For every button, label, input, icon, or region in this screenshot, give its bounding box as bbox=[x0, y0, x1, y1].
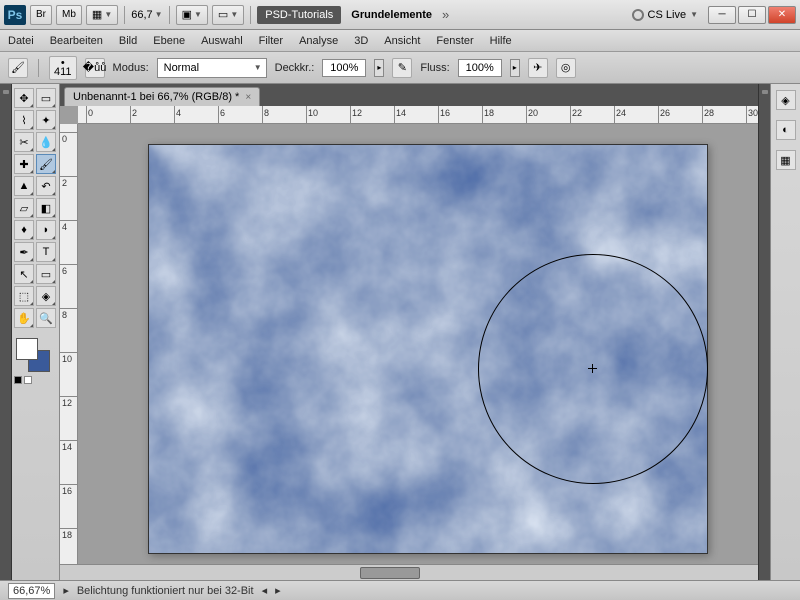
menu-3d[interactable]: 3D bbox=[354, 35, 368, 47]
lasso-tool[interactable]: ⌇ bbox=[14, 110, 34, 130]
scrollbar-thumb[interactable] bbox=[360, 567, 420, 579]
document-tab[interactable]: Unbenannt-1 bei 66,7% (RGB/8) * × bbox=[64, 87, 260, 106]
current-tool-icon[interactable]: 🖌 bbox=[8, 58, 28, 78]
marquee-tool[interactable]: ▭ bbox=[36, 88, 56, 108]
opacity-flyout[interactable]: ▸ bbox=[374, 59, 384, 77]
adjustments-panel-icon[interactable]: ◐ bbox=[776, 120, 796, 140]
opacity-pressure-icon[interactable]: ✎ bbox=[392, 58, 412, 78]
gradient-tool[interactable]: ◧ bbox=[36, 198, 56, 218]
hand-tool[interactable]: ✋ bbox=[14, 308, 34, 328]
layers-panel-icon[interactable]: ◈ bbox=[776, 90, 796, 110]
canvas[interactable] bbox=[148, 144, 708, 554]
view-extras-button[interactable]: ▦▼ bbox=[86, 5, 118, 25]
status-zoom[interactable]: 66,67% bbox=[8, 583, 55, 599]
blur-tool[interactable]: ♦ bbox=[14, 220, 34, 240]
default-colors[interactable] bbox=[14, 376, 57, 384]
cslive-icon bbox=[632, 9, 644, 21]
arrange-docs-button[interactable]: ▣▼ bbox=[176, 5, 208, 25]
app-logo: Ps bbox=[4, 5, 26, 25]
3d-tool[interactable]: ⬚ bbox=[14, 286, 34, 306]
color-swatches[interactable] bbox=[14, 336, 50, 372]
stamp-tool[interactable]: ▲ bbox=[14, 176, 34, 196]
opacity-input[interactable]: 100% bbox=[322, 59, 366, 77]
window-close[interactable]: ✕ bbox=[768, 6, 796, 24]
ruler-horizontal[interactable]: 024681012141618202224262830 bbox=[78, 106, 758, 124]
status-bar: 66,67% ▸ Belichtung funktioniert nur bei… bbox=[0, 580, 800, 600]
title-bar: Ps Br Mb ▦▼ 66,7▼ ▣▼ ▭▼ PSD-Tutorials Gr… bbox=[0, 0, 800, 30]
menu-auswahl[interactable]: Auswahl bbox=[201, 35, 243, 47]
crop-tool[interactable]: ✂ bbox=[14, 132, 34, 152]
airbrush-icon[interactable]: ✈ bbox=[528, 58, 548, 78]
status-flyout-icon[interactable]: ▸ bbox=[63, 584, 69, 597]
pen-tool[interactable]: ✒ bbox=[14, 242, 34, 262]
status-nav-right[interactable]: ▸ bbox=[275, 584, 281, 597]
path-select-tool[interactable]: ↖ bbox=[14, 264, 34, 284]
3d-camera-tool[interactable]: ◈ bbox=[36, 286, 56, 306]
bridge-button[interactable]: Br bbox=[30, 5, 52, 25]
right-panel-dock: ◈ ◐ ▦ bbox=[770, 84, 800, 580]
menu-analyse[interactable]: Analyse bbox=[299, 35, 338, 47]
move-tool[interactable]: ✥ bbox=[14, 88, 34, 108]
status-nav-left[interactable]: ◂ bbox=[262, 584, 268, 597]
menu-hilfe[interactable]: Hilfe bbox=[490, 35, 512, 47]
eyedropper-tool[interactable]: 💧 bbox=[36, 132, 56, 152]
menu-bar: Datei Bearbeiten Bild Ebene Auswahl Filt… bbox=[0, 30, 800, 52]
menu-ebene[interactable]: Ebene bbox=[153, 35, 185, 47]
type-tool[interactable]: T bbox=[36, 242, 56, 262]
minibridge-button[interactable]: Mb bbox=[56, 5, 82, 25]
filmstrip-icon: ▦ bbox=[92, 8, 102, 21]
zoom-level-dropdown[interactable]: 66,7▼ bbox=[131, 9, 162, 21]
scrollbar-horizontal[interactable] bbox=[60, 564, 758, 580]
history-brush-tool[interactable]: ↶ bbox=[36, 176, 56, 196]
foreground-color[interactable] bbox=[16, 338, 38, 360]
status-message: Belichtung funktioniert nur bei 32-Bit bbox=[77, 585, 254, 597]
left-dock-strip[interactable] bbox=[0, 84, 12, 580]
workspace-secondary[interactable]: Grundelemente bbox=[345, 9, 438, 21]
main-area: ✥▭ ⌇✦ ✂💧 ✚🖌 ▲↶ ▱◧ ♦◗ ✒T ↖▭ ⬚◈ ✋🔍 Unbenan… bbox=[0, 84, 800, 580]
menu-bild[interactable]: Bild bbox=[119, 35, 137, 47]
dodge-tool[interactable]: ◗ bbox=[36, 220, 56, 240]
screen-icon: ▭ bbox=[218, 8, 228, 21]
eraser-tool[interactable]: ▱ bbox=[14, 198, 34, 218]
right-dock-strip[interactable] bbox=[758, 84, 770, 580]
blend-mode-select[interactable]: Normal bbox=[157, 58, 267, 78]
tablet-pressure-icon[interactable]: ◎ bbox=[556, 58, 576, 78]
menu-filter[interactable]: Filter bbox=[259, 35, 283, 47]
tab-title: Unbenannt-1 bei 66,7% (RGB/8) * bbox=[73, 91, 239, 103]
flow-label: Fluss: bbox=[420, 62, 449, 74]
canvas-content bbox=[149, 145, 707, 553]
document-area: Unbenannt-1 bei 66,7% (RGB/8) * × 024681… bbox=[60, 84, 758, 580]
grid-icon: ▣ bbox=[182, 8, 192, 21]
brush-preset-picker[interactable]: •411 bbox=[49, 56, 77, 80]
menu-datei[interactable]: Datei bbox=[8, 35, 34, 47]
flow-input[interactable]: 100% bbox=[458, 59, 502, 77]
toolbox: ✥▭ ⌇✦ ✂💧 ✚🖌 ▲↶ ▱◧ ♦◗ ✒T ↖▭ ⬚◈ ✋🔍 bbox=[12, 84, 60, 580]
brush-panel-toggle[interactable]: �ůů bbox=[85, 58, 105, 78]
wand-tool[interactable]: ✦ bbox=[36, 110, 56, 130]
mode-label: Modus: bbox=[113, 62, 149, 74]
menu-fenster[interactable]: Fenster bbox=[436, 35, 473, 47]
workspace-primary[interactable]: PSD-Tutorials bbox=[257, 6, 341, 24]
document-tabs: Unbenannt-1 bei 66,7% (RGB/8) * × bbox=[60, 84, 758, 106]
canvas-viewport[interactable] bbox=[78, 124, 758, 564]
shape-tool[interactable]: ▭ bbox=[36, 264, 56, 284]
workspace-more[interactable]: » bbox=[442, 7, 449, 22]
zoom-tool[interactable]: 🔍 bbox=[36, 308, 56, 328]
cs-live-button[interactable]: CS Live▼ bbox=[626, 9, 704, 21]
channels-panel-icon[interactable]: ▦ bbox=[776, 150, 796, 170]
menu-bearbeiten[interactable]: Bearbeiten bbox=[50, 35, 103, 47]
healing-tool[interactable]: ✚ bbox=[14, 154, 34, 174]
brush-tool[interactable]: 🖌 bbox=[36, 154, 56, 174]
window-minimize[interactable]: ─ bbox=[708, 6, 736, 24]
menu-ansicht[interactable]: Ansicht bbox=[384, 35, 420, 47]
window-maximize[interactable]: ☐ bbox=[738, 6, 766, 24]
flow-flyout[interactable]: ▸ bbox=[510, 59, 520, 77]
ruler-vertical[interactable]: 024681012141618 bbox=[60, 124, 78, 564]
screen-mode-button[interactable]: ▭▼ bbox=[212, 5, 244, 25]
tab-close-icon[interactable]: × bbox=[245, 92, 251, 103]
opacity-label: Deckkr.: bbox=[275, 62, 315, 74]
options-bar: 🖌 •411 �ůů Modus: Normal Deckkr.: 100% ▸… bbox=[0, 52, 800, 84]
